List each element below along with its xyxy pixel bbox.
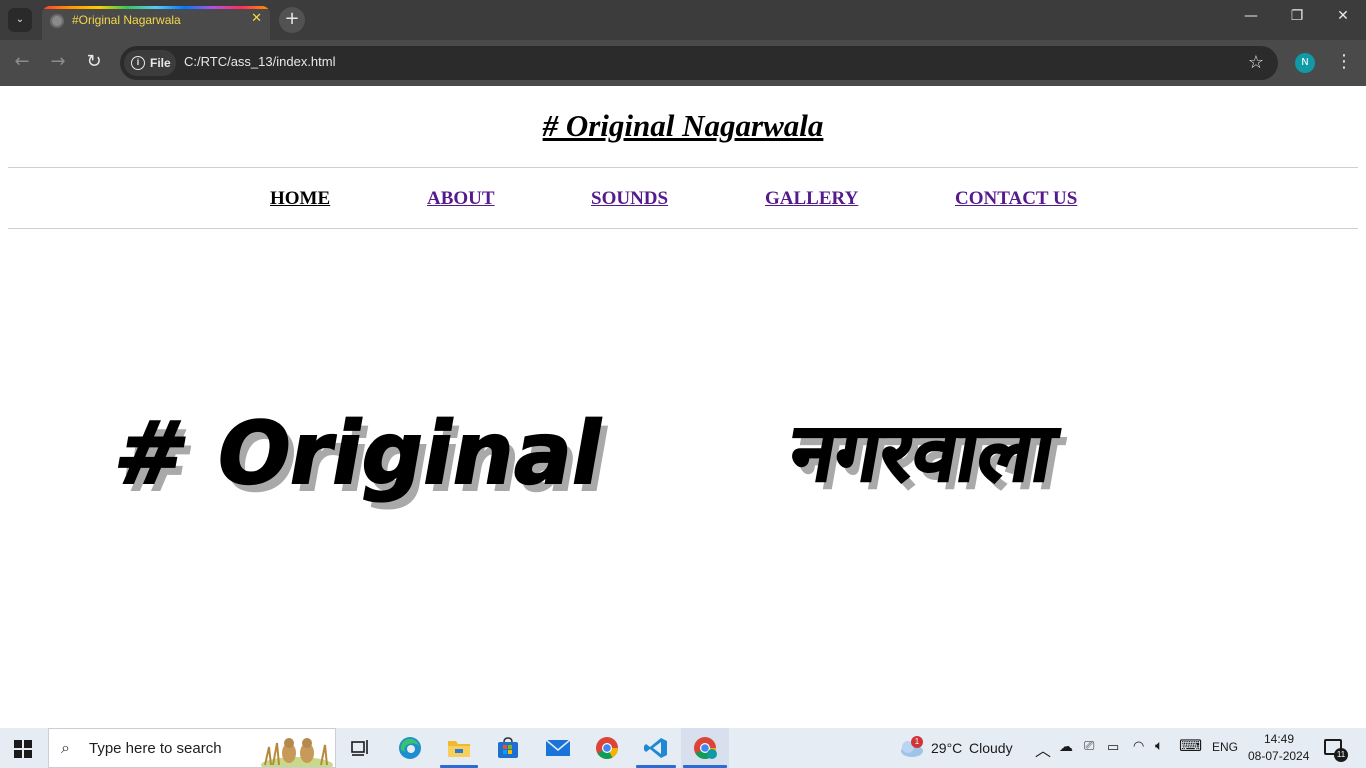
windows-start-icon[interactable] xyxy=(14,740,32,758)
minimize-button[interactable]: — xyxy=(1228,8,1274,24)
search-highlight-art xyxy=(261,738,333,767)
site-info-chip[interactable]: i File xyxy=(124,50,176,76)
battery-icon[interactable]: ▭ xyxy=(1107,739,1119,755)
globe-icon xyxy=(50,14,64,28)
language-indicator[interactable]: ENG xyxy=(1212,740,1238,754)
tab-title: #Original Nagarwala xyxy=(72,13,181,27)
chrome-icon[interactable] xyxy=(594,736,620,760)
hero-logo-latin: # Original xyxy=(107,406,611,504)
vscode-icon[interactable] xyxy=(643,736,669,760)
taskbar: ⌕ Type here to search 1 29°C Cloudy ︿ ☁ … xyxy=(0,728,1366,768)
hero-logo-devanagari: नगरवाला xyxy=(781,407,1065,500)
nav-link-contact-us[interactable]: CONTACT US xyxy=(955,188,1077,210)
address-bar[interactable]: i File C:/RTC/ass_13/index.html ☆ xyxy=(120,46,1278,80)
tab-accent xyxy=(42,6,270,9)
microsoft-store-icon[interactable] xyxy=(495,736,521,760)
edge-icon[interactable] xyxy=(397,736,423,760)
browser-tab-bar: ⌄ #Original Nagarwala ✕ + — ❐ ✕ xyxy=(0,0,1366,40)
forward-button[interactable]: → xyxy=(46,51,70,75)
weather-widget[interactable]: 1 29°C Cloudy xyxy=(896,728,1020,768)
nav-link-about[interactable]: ABOUT xyxy=(427,188,495,210)
restore-button[interactable]: ❐ xyxy=(1274,8,1320,24)
meet-now-icon[interactable]: ⎚ xyxy=(1084,738,1094,754)
weather-condition: Cloudy xyxy=(969,740,1013,756)
new-tab-button[interactable]: + xyxy=(279,7,305,33)
hero-logo-image: # Original # Original नगरवाला नगरवाला xyxy=(106,406,1072,512)
wifi-icon[interactable]: ◠ xyxy=(1133,738,1144,754)
nav-link-sounds[interactable]: SOUNDS xyxy=(591,188,668,210)
page-content: # Original Nagarwala HOME ABOUT SOUNDS G… xyxy=(0,86,1366,728)
active-tab[interactable]: #Original Nagarwala ✕ xyxy=(42,6,270,40)
onedrive-icon[interactable]: ☁ xyxy=(1059,738,1073,755)
close-window-button[interactable]: ✕ xyxy=(1320,8,1366,24)
task-view-icon[interactable] xyxy=(348,736,374,760)
browser-toolbar: ← → ↻ i File C:/RTC/ass_13/index.html ☆ xyxy=(0,40,1366,86)
divider-top xyxy=(8,167,1358,168)
nav-link-gallery[interactable]: GALLERY xyxy=(765,188,858,210)
bookmark-star-icon[interactable]: ☆ xyxy=(1248,52,1264,73)
chevron-up-icon[interactable]: ︿ xyxy=(1035,737,1051,761)
weather-alert-badge: 1 xyxy=(911,736,923,748)
url-text[interactable]: C:/RTC/ass_13/index.html xyxy=(184,54,336,69)
reload-button[interactable]: ↻ xyxy=(82,51,106,75)
nav-link-home[interactable]: HOME xyxy=(270,188,330,210)
info-icon: i xyxy=(131,56,145,70)
back-button[interactable]: ← xyxy=(10,51,34,75)
file-explorer-icon[interactable] xyxy=(446,736,472,760)
site-info-label: File xyxy=(150,56,171,70)
search-icon: ⌕ xyxy=(61,738,70,757)
search-placeholder: Type here to search xyxy=(89,740,222,757)
tab-close-button[interactable]: ✕ xyxy=(251,11,262,26)
clock-time[interactable]: 14:49 xyxy=(1264,732,1294,746)
page-title: # Original Nagarwala xyxy=(542,108,824,143)
keyboard-icon[interactable]: ⌨ xyxy=(1179,736,1202,756)
chrome-profile-icon[interactable] xyxy=(692,736,718,760)
tab-search-icon[interactable]: ⌄ xyxy=(8,8,32,32)
volume-icon[interactable]: 🔈︎ xyxy=(1155,737,1163,754)
clock-date[interactable]: 08-07-2024 xyxy=(1248,749,1309,763)
browser-menu-icon[interactable]: ⋮ xyxy=(1334,51,1354,72)
mail-icon[interactable] xyxy=(545,736,571,760)
weather-temp: 29°C xyxy=(931,740,963,756)
taskbar-search-input[interactable]: ⌕ Type here to search xyxy=(48,728,336,768)
profile-avatar[interactable]: N xyxy=(1295,53,1315,73)
notification-count-badge: 11 xyxy=(1334,748,1348,762)
divider-bottom xyxy=(8,228,1358,229)
